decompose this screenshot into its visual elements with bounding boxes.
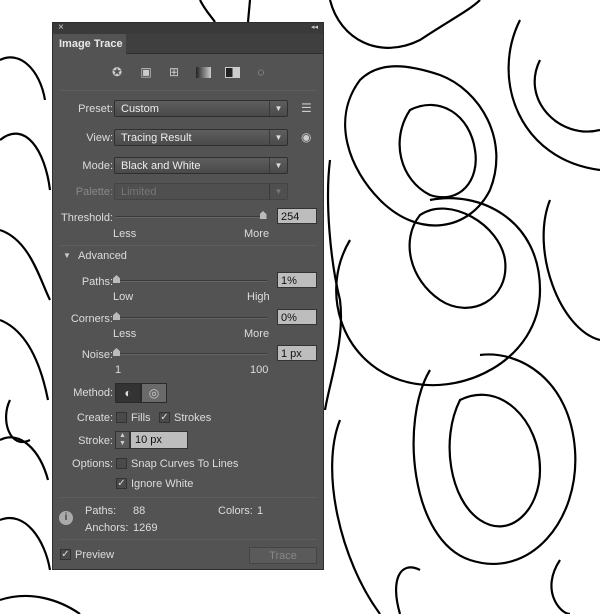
snap-curves-checkbox[interactable] [116,458,127,469]
paths-input[interactable]: 1% [277,272,317,288]
ignore-white-checkbox[interactable]: ✓ [116,478,127,489]
info-icon: i [59,511,73,525]
outline-icon[interactable]: ◌ [253,65,269,79]
paths-max-label: High [247,291,270,303]
strokes-label: Strokes [174,412,212,424]
stroke-stepper[interactable]: ▲ ▼ [115,431,130,449]
noise-input[interactable]: 1 px [277,345,317,361]
black-white-icon[interactable] [225,67,240,78]
threshold-slider[interactable] [115,216,267,218]
grayscale-icon[interactable] [196,67,211,78]
collapse-icon[interactable]: ◂◂ [311,23,318,31]
corners-slider[interactable] [115,317,267,319]
stats-colors-value: 1 [257,505,264,517]
low-color-icon[interactable]: ⊞ [166,65,182,79]
chevron-down-icon: ▼ [269,130,287,145]
snap-curves-label: Snap Curves To Lines [131,458,239,470]
divider [61,245,317,246]
paths-label: Paths: [81,276,113,288]
noise-slider[interactable] [115,353,267,355]
high-color-icon[interactable]: ▣ [138,65,154,79]
eye-icon[interactable]: ◉ [301,130,311,144]
corners-slider-handle[interactable] [113,312,120,320]
options-label: Options: [72,458,113,470]
threshold-input[interactable]: 254 [277,208,317,224]
paths-min-label: Low [113,291,134,303]
palette-value: Limited [121,186,157,198]
paths-slider[interactable] [115,280,267,282]
disclosure-triangle-icon[interactable]: ▼ [63,251,71,260]
corners-min-label: Less [113,328,137,340]
palette-dropdown: Limited ▼ [114,183,288,200]
preset-value: Custom [121,103,159,115]
preset-label: Preset: [78,103,113,115]
list-icon[interactable]: ☰ [301,101,312,115]
divider [61,539,317,540]
close-icon[interactable]: × [58,22,64,33]
chevron-down-icon: ▼ [269,184,287,199]
fills-checkbox[interactable] [116,412,127,423]
ignore-white-label: Ignore White [131,478,194,490]
trace-button[interactable]: Trace [249,547,317,564]
stats-paths-label: Paths: [85,505,117,517]
strokes-checkbox[interactable]: ✓ [159,412,170,423]
threshold-slider-handle[interactable] [259,211,267,219]
noise-label: Noise: [81,349,113,361]
palette-label: Palette: [75,186,113,198]
view-value: Tracing Result [121,132,192,144]
stroke-label: Stroke: [78,435,113,447]
preview-label: Preview [75,549,115,561]
noise-min-label: 1 [115,364,122,376]
threshold-min-label: Less [113,228,137,240]
divider [61,497,317,498]
tab-image-trace[interactable]: Image Trace [53,34,126,54]
view-dropdown[interactable]: Tracing Result ▼ [114,129,288,146]
auto-color-icon[interactable]: ✪ [109,65,125,79]
preset-dropdown[interactable]: Custom ▼ [114,100,288,117]
divider [61,90,317,91]
mode-dropdown[interactable]: Black and White ▼ [114,157,288,174]
chevron-down-icon: ▼ [269,101,287,116]
view-label: View: [86,132,113,144]
threshold-label: Threshold: [61,212,113,224]
corners-label: Corners: [70,313,113,325]
stats-paths-value: 88 [133,505,146,517]
fills-label: Fills [131,412,151,424]
image-trace-panel: × ◂◂ Image Trace ✪ ▣ ⊞ ◌ Preset: Custom ▼… [52,22,324,570]
method-overlapping-button[interactable]: ◎ [141,383,167,403]
stroke-input[interactable]: 10 px [130,431,188,449]
tab-strip: Image Trace [53,34,323,54]
stats-anchors-value: 1269 [133,522,158,534]
create-label: Create: [76,412,113,424]
method-abutting-button[interactable]: ◐ [115,383,141,403]
noise-max-label: 100 [250,364,269,376]
mode-label: Mode: [82,160,113,172]
corners-input[interactable]: 0% [277,309,317,325]
stats-anchors-label: Anchors: [85,522,129,534]
paths-slider-handle[interactable] [113,275,120,283]
corners-max-label: More [244,328,270,340]
panel-titlebar[interactable]: × ◂◂ [53,22,323,34]
preview-checkbox[interactable]: ✓ [60,549,71,560]
method-label: Method: [73,387,113,399]
advanced-toggle[interactable]: Advanced [78,250,127,262]
stats-colors-label: Colors: [218,505,253,517]
noise-slider-handle[interactable] [113,348,120,356]
threshold-max-label: More [244,228,270,240]
chevron-down-icon: ▼ [269,158,287,173]
mode-value: Black and White [121,160,201,172]
